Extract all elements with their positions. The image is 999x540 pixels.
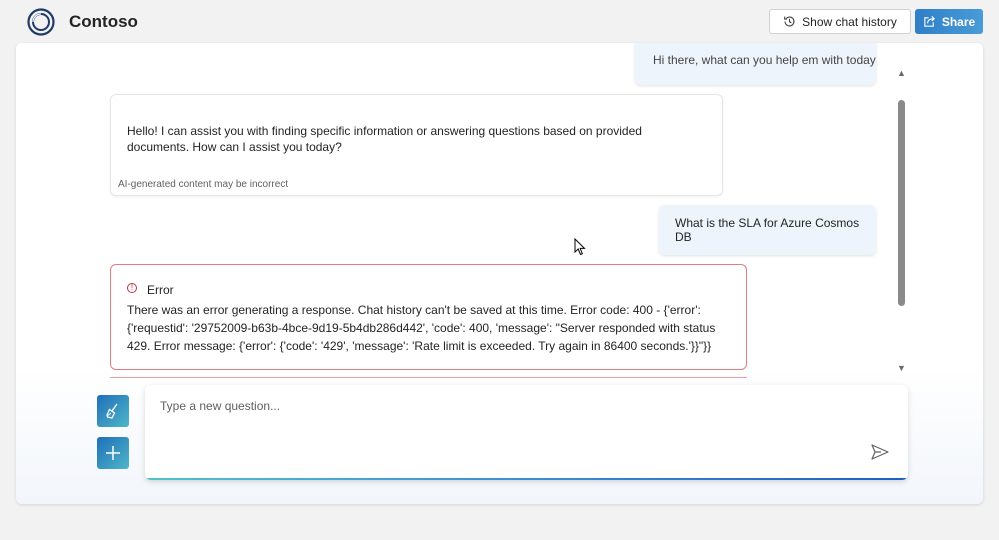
user-message-question: What is the SLA for Azure Cosmos DB: [659, 205, 876, 255]
app-title: Contoso: [69, 12, 138, 31]
next-error-card-edge: [110, 377, 747, 378]
error-title: Error: [147, 283, 174, 297]
chat-panel: Hi there, what can you help em with toda…: [16, 43, 983, 504]
show-chat-history-button[interactable]: Show chat history: [769, 9, 911, 34]
assistant-answer-text: Hello! I can assist you with finding spe…: [127, 124, 642, 154]
app-header: Contoso Show chat history Share: [0, 0, 999, 44]
send-icon[interactable]: [869, 441, 891, 463]
broom-icon: [106, 403, 118, 419]
scroll-up-arrow-icon[interactable]: ▲: [896, 68, 907, 78]
question-input[interactable]: [145, 385, 845, 465]
share-label: Share: [941, 14, 976, 29]
mouse-cursor-icon: [574, 238, 586, 256]
ai-disclaimer: AI-generated content may be incorrect: [118, 179, 289, 190]
assistant-answer-card: Hello! I can assist you with finding spe…: [110, 94, 723, 196]
user-message-text: What is the SLA for Azure Cosmos DB: [675, 216, 860, 244]
share-button[interactable]: Share: [915, 9, 983, 34]
user-message-previous: Hi there, what can you help em with toda…: [635, 43, 876, 85]
error-text: There was an error generating a response…: [127, 303, 716, 353]
show-chat-history-label: Show chat history: [802, 14, 897, 29]
share-icon: [924, 15, 935, 27]
plus-icon: [106, 446, 120, 460]
scroll-down-arrow-icon[interactable]: ▼: [896, 363, 907, 373]
error-circle-icon: !: [127, 283, 137, 293]
question-box: [145, 385, 908, 480]
new-chat-button[interactable]: [97, 437, 129, 469]
scrollbar-thumb[interactable]: [898, 100, 905, 306]
input-accent-underline: [145, 478, 908, 480]
contoso-logo-icon: [27, 8, 55, 36]
error-message-card: ! Error There was an error generating a …: [110, 264, 747, 370]
clear-chat-button[interactable]: [97, 395, 129, 427]
history-icon: [784, 16, 795, 27]
